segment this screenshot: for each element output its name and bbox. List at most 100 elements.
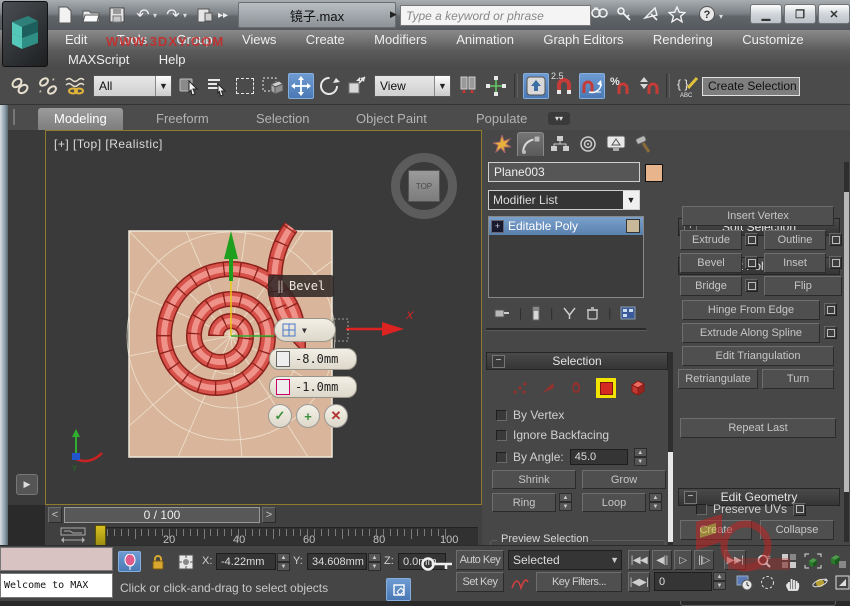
mini-listener-macro[interactable] — [0, 547, 113, 571]
y-coordinate-field[interactable]: 34.608mm — [307, 553, 367, 570]
caddy-outline-field[interactable]: -1.0mm — [269, 376, 357, 398]
modify-tab[interactable] — [517, 132, 544, 156]
select-link-icon[interactable] — [7, 73, 33, 99]
time-slider[interactable] — [95, 525, 106, 547]
next-frame-button[interactable]: ||▷ — [694, 550, 714, 570]
ignore-backfacing-row[interactable]: Ignore Backfacing — [496, 428, 609, 442]
current-frame-field[interactable]: 0 — [654, 572, 712, 591]
make-unique-icon[interactable] — [562, 306, 577, 320]
utilities-tab[interactable] — [630, 132, 657, 156]
ring-spinner[interactable]: ▲▼ — [559, 493, 572, 511]
select-and-move-icon[interactable] — [288, 73, 314, 99]
use-pivot-center-icon[interactable] — [455, 73, 481, 99]
shrink-button[interactable]: Shrink — [492, 470, 576, 489]
default-in-out-tangent-button[interactable] — [508, 572, 531, 593]
insert-vertex-button[interactable]: Insert Vertex — [682, 206, 834, 226]
x-spinner[interactable]: ▲▼ — [277, 553, 290, 571]
caddy-bevel-type-dropdown[interactable]: ▼ — [274, 318, 336, 342]
next-range-button[interactable]: > — [262, 507, 276, 523]
search-input[interactable]: Type a keyword or phrase — [400, 5, 591, 26]
by-vertex-checkbox[interactable] — [496, 410, 507, 421]
remove-modifier-icon[interactable] — [586, 306, 599, 320]
vertex-subobject-icon[interactable] — [512, 380, 528, 396]
outline-settings-button[interactable] — [829, 233, 842, 246]
absolute-mode-toggle[interactable] — [174, 551, 197, 572]
hierarchy-tab[interactable] — [546, 132, 573, 156]
select-and-manipulate-icon[interactable] — [483, 73, 509, 99]
play-button[interactable]: ▷ — [674, 550, 692, 570]
selection-scrollbar[interactable] — [668, 352, 673, 560]
viewcube-top-face[interactable]: TOP — [408, 170, 440, 202]
orbit-icon[interactable] — [808, 572, 831, 593]
menu-create[interactable]: Create — [293, 30, 358, 50]
spinner-snap-toggle-icon[interactable] — [635, 73, 661, 99]
save-button[interactable] — [106, 5, 128, 25]
selection-rollout-header[interactable]: − Selection — [486, 352, 668, 370]
object-color-swatch[interactable] — [645, 164, 663, 182]
menu-views[interactable]: Views — [229, 30, 289, 50]
element-subobject-icon[interactable] — [628, 379, 646, 397]
hinge-settings-button[interactable] — [824, 303, 837, 316]
preserve-uvs-settings-button[interactable] — [793, 503, 806, 516]
caddy-title[interactable]: ‖ Bevel — [268, 275, 334, 297]
frame-spinner[interactable]: ▲▼ — [713, 572, 726, 590]
title-expand-arrow[interactable]: ▶ — [390, 9, 397, 20]
bridge-settings-button[interactable] — [745, 279, 758, 292]
panel-scrollbar[interactable] — [844, 162, 849, 542]
menu-rendering[interactable]: Rendering — [640, 30, 726, 50]
by-vertex-row[interactable]: By Vertex — [496, 408, 564, 422]
time-range-display[interactable]: 0 / 100 — [64, 507, 260, 523]
preserve-uvs-checkbox[interactable] — [696, 504, 707, 515]
set-key-button[interactable]: Set Key — [456, 572, 504, 592]
grid-toggle[interactable] — [386, 578, 411, 601]
app-logo-button[interactable] — [2, 1, 48, 67]
repeat-last-button[interactable]: Repeat Last — [680, 418, 836, 438]
caddy-drag-handle[interactable]: ‖ — [277, 279, 284, 293]
unlink-icon[interactable]: ** — [35, 73, 61, 99]
caddy-ok-button[interactable]: ✓ — [268, 404, 292, 428]
hinge-from-edge-button[interactable]: Hinge From Edge — [682, 300, 820, 320]
polygon-subobject-icon-active[interactable] — [596, 378, 616, 398]
retriangulate-button[interactable]: Retriangulate — [678, 369, 758, 389]
extrude-along-spline-button[interactable]: Extrude Along Spline — [682, 323, 820, 343]
mini-listener[interactable]: Welcome to MAX — [0, 573, 113, 598]
x-coordinate-field[interactable]: -4.22mm — [216, 553, 276, 570]
minimize-button[interactable]: ▁ — [750, 4, 782, 24]
go-to-start-button[interactable]: |◀◀ — [628, 550, 650, 570]
display-tab[interactable] — [602, 132, 629, 156]
collapse-button[interactable]: Collapse — [760, 520, 834, 540]
select-and-rotate-icon[interactable] — [316, 73, 342, 99]
time-configuration-icon[interactable] — [733, 572, 756, 593]
undo-dropdown[interactable]: ▾ — [150, 5, 160, 25]
redo-dropdown[interactable]: ▾ — [180, 5, 190, 25]
inset-settings-button[interactable] — [829, 256, 842, 269]
keyboard-shortcut-override-icon[interactable] — [523, 73, 549, 99]
communication-center-icon[interactable] — [640, 4, 662, 24]
border-subobject-icon[interactable] — [568, 380, 584, 396]
menu-help[interactable]: Help — [146, 50, 199, 70]
ring-button[interactable]: Ring — [492, 493, 556, 512]
bind-spacewarp-icon[interactable] — [63, 73, 89, 99]
modifier-stack[interactable]: + Editable Poly — [488, 216, 644, 298]
key-mode-toggle-button[interactable]: |◀▶| — [628, 572, 650, 592]
maximize-viewport-toggle[interactable] — [831, 572, 850, 593]
menu-animation[interactable]: Animation — [443, 30, 527, 50]
caddy-cancel-button[interactable]: ✕ — [324, 404, 348, 428]
rectangular-selection-region-icon[interactable] — [232, 73, 258, 99]
caddy-apply-button[interactable]: + — [296, 404, 320, 428]
ribbon-tab-object-paint[interactable]: Object Paint — [340, 108, 443, 130]
by-angle-checkbox[interactable] — [496, 452, 507, 463]
pin-stack-icon[interactable] — [494, 306, 510, 320]
by-angle-row[interactable]: By Angle: 45.0 ▲▼ — [496, 448, 647, 466]
by-angle-field[interactable]: 45.0 — [570, 449, 628, 465]
zoom-extents-all-icon[interactable] — [826, 550, 849, 571]
ribbon-tab-selection[interactable]: Selection — [240, 108, 325, 130]
stack-visibility-icon[interactable] — [626, 219, 640, 233]
show-end-result-icon[interactable] — [531, 306, 541, 321]
extrude-settings-button[interactable] — [745, 233, 758, 246]
prev-range-button[interactable]: < — [48, 507, 62, 523]
preserve-uvs-row[interactable]: Preserve UVs — [696, 502, 806, 516]
zoom-mode-icon[interactable]: ± — [752, 550, 775, 571]
edge-subobject-icon[interactable] — [540, 380, 556, 396]
menu-modifiers[interactable]: Modifiers — [361, 30, 440, 50]
